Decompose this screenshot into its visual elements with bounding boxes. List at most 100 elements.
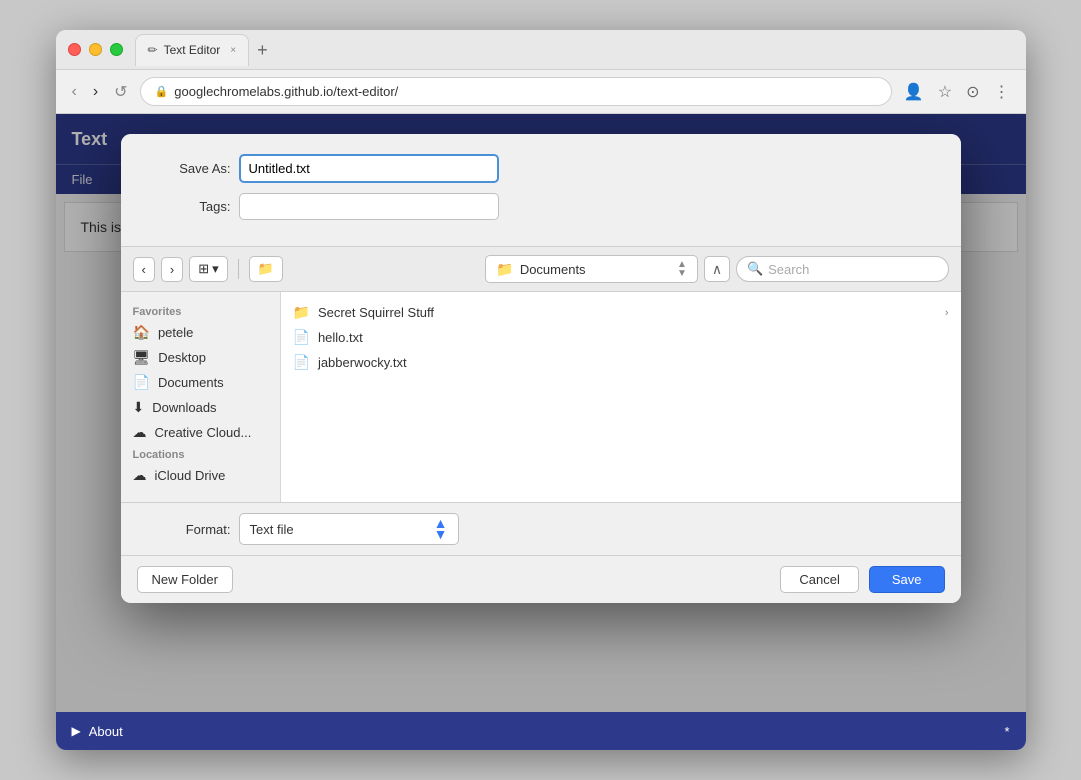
address-text: googlechromelabs.github.io/text-editor/ <box>174 84 877 99</box>
sidebar-label-petele: petele <box>158 325 193 340</box>
dialog-top: Save As: Tags: <box>121 134 961 247</box>
tags-label: Tags: <box>151 199 231 214</box>
more-menu-button[interactable]: ⋮ <box>990 78 1014 106</box>
format-select[interactable]: Text file ▲▼ <box>239 513 459 545</box>
doc-icon-hello: 📄 <box>293 329 310 346</box>
nav-actions: 👤 ☆ ⊙ ⋮ <box>900 78 1014 106</box>
browser-window: ✏ Text Editor × + ‹ › ↺ 🔒 googlechromela… <box>56 30 1026 750</box>
search-placeholder: Search <box>768 262 809 277</box>
folder-create-icon: 📁 <box>258 261 274 277</box>
tab-pen-icon: ✏ <box>148 43 158 57</box>
forward-arrow-icon: › <box>170 262 174 277</box>
filename-input[interactable] <box>239 154 499 183</box>
sidebar-label-creative-cloud: Creative Cloud... <box>155 425 252 440</box>
dialog-files: 📁 Secret Squirrel Stuff › 📄 hello.txt 📄 … <box>281 292 961 502</box>
doc-icon-jabberwocky: 📄 <box>293 354 310 371</box>
footer-actions: Cancel Save <box>780 566 944 593</box>
downloads-icon: ⬇ <box>133 399 145 416</box>
folder-icon: 📁 <box>293 304 310 321</box>
sidebar-label-desktop: Desktop <box>158 350 206 365</box>
close-button[interactable] <box>68 43 81 56</box>
documents-icon: 📄 <box>133 374 150 391</box>
about-arrow-icon: ▶ <box>72 724 81 738</box>
save-as-field: Save As: <box>151 154 931 183</box>
home-icon: 🏠 <box>133 324 150 341</box>
save-dialog: Save As: Tags: ‹ › <box>121 134 961 603</box>
back-nav-button[interactable]: ‹ <box>133 257 155 282</box>
file-label-jabberwocky: jabberwocky.txt <box>318 355 407 370</box>
format-label: Format: <box>151 522 231 537</box>
forward-button[interactable]: › <box>89 79 102 105</box>
tags-field: Tags: <box>151 193 931 220</box>
expand-button[interactable]: ∧ <box>704 256 730 282</box>
sidebar-item-icloud[interactable]: ☁ iCloud Drive <box>121 463 280 488</box>
about-label: About <box>89 724 123 739</box>
new-folder-icon-button[interactable]: 📁 <box>249 256 283 282</box>
search-box[interactable]: 🔍 Search <box>736 256 949 282</box>
sidebar-item-downloads[interactable]: ⬇ Downloads <box>121 395 280 420</box>
dialog-toolbar: ‹ › ⊞ ▾ 📁 📁 Docu <box>121 247 961 292</box>
save-button[interactable]: Save <box>869 566 945 593</box>
sidebar-item-creative-cloud[interactable]: ☁ Creative Cloud... <box>121 420 280 445</box>
back-arrow-icon: ‹ <box>142 262 146 277</box>
address-bar[interactable]: 🔒 googlechromelabs.github.io/text-editor… <box>140 77 892 106</box>
bottom-bar: ▶ About * <box>56 712 1026 750</box>
dialog-body: Favorites 🏠 petele 🖥 Desktop 📄 Documents <box>121 292 961 502</box>
locations-section-label: Locations <box>121 445 280 463</box>
sidebar-label-downloads: Downloads <box>152 400 216 415</box>
sidebar-label-icloud: iCloud Drive <box>155 468 226 483</box>
location-arrows-icon: ▲▼ <box>677 260 687 278</box>
location-label: Documents <box>520 262 671 277</box>
icloud-icon: ☁ <box>133 467 147 484</box>
cloud-icon: ☁ <box>133 424 147 441</box>
reload-button[interactable]: ↺ <box>110 78 131 106</box>
expand-icon: ∧ <box>712 261 722 278</box>
file-item-hello[interactable]: 📄 hello.txt <box>281 325 961 350</box>
lock-icon: 🔒 <box>155 85 169 98</box>
maximize-button[interactable] <box>110 43 123 56</box>
file-item-jabberwocky[interactable]: 📄 jabberwocky.txt <box>281 350 961 375</box>
forward-nav-button[interactable]: › <box>161 257 183 282</box>
bottom-star-icon: * <box>1004 724 1009 739</box>
view-dropdown-arrow: ▾ <box>212 261 219 277</box>
traffic-lights <box>68 43 123 56</box>
file-label-secret-squirrel: Secret Squirrel Stuff <box>318 305 434 320</box>
dialog-format: Format: Text file ▲▼ <box>121 502 961 555</box>
cancel-button[interactable]: Cancel <box>780 566 858 593</box>
title-bar: ✏ Text Editor × + <box>56 30 1026 70</box>
dialog-sidebar: Favorites 🏠 petele 🖥 Desktop 📄 Documents <box>121 292 281 502</box>
sidebar-label-documents: Documents <box>158 375 224 390</box>
search-icon: 🔍 <box>747 261 763 277</box>
tags-input[interactable] <box>239 193 499 220</box>
back-button[interactable]: ‹ <box>68 79 81 105</box>
location-dropdown[interactable]: 📁 Documents ▲▼ <box>485 255 698 283</box>
sidebar-item-petele[interactable]: 🏠 petele <box>121 320 280 345</box>
toolbar-separator <box>238 259 239 279</box>
format-select-value: Text file <box>250 522 434 537</box>
tab-bar: ✏ Text Editor × + <box>135 34 1014 66</box>
nav-bar: ‹ › ↺ 🔒 googlechromelabs.github.io/text-… <box>56 70 1026 114</box>
file-label-hello: hello.txt <box>318 330 363 345</box>
app-content: Text File This is a n Save As: Tags: <box>56 114 1026 712</box>
active-tab[interactable]: ✏ Text Editor × <box>135 34 250 66</box>
tab-close-button[interactable]: × <box>230 45 236 56</box>
format-select-arrows-icon: ▲▼ <box>434 518 448 540</box>
account-icon[interactable]: 👤 <box>900 78 928 106</box>
new-folder-button[interactable]: New Folder <box>137 566 233 593</box>
star-icon[interactable]: ☆ <box>934 78 956 106</box>
view-toggle-button[interactable]: ⊞ ▾ <box>189 256 227 282</box>
new-tab-button[interactable]: + <box>249 41 276 59</box>
folder-blue-icon: 📁 <box>496 261 513 278</box>
grid-icon: ⊞ <box>198 261 209 277</box>
dialog-overlay: Save As: Tags: ‹ › <box>56 114 1026 712</box>
minimize-button[interactable] <box>89 43 102 56</box>
sidebar-item-desktop[interactable]: 🖥 Desktop <box>121 345 280 370</box>
tab-title: Text Editor <box>164 43 221 57</box>
desktop-icon: 🖥 <box>133 349 151 366</box>
account-circle-icon[interactable]: ⊙ <box>962 78 983 106</box>
folder-arrow-icon: › <box>945 307 949 319</box>
file-item-secret-squirrel[interactable]: 📁 Secret Squirrel Stuff › <box>281 300 961 325</box>
favorites-section-label: Favorites <box>121 302 280 320</box>
save-as-label: Save As: <box>151 161 231 176</box>
sidebar-item-documents[interactable]: 📄 Documents <box>121 370 280 395</box>
